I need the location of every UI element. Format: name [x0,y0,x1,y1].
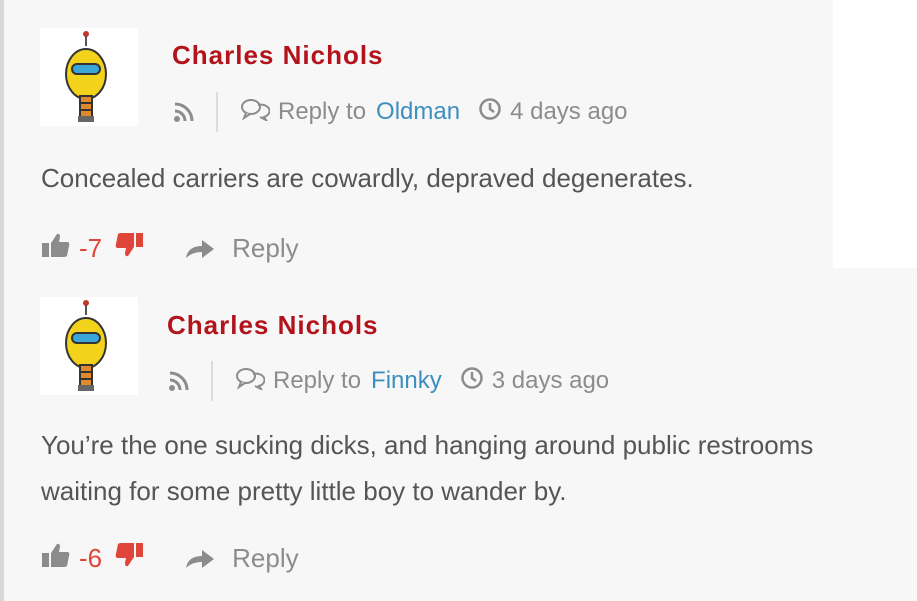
clock-icon [460,366,484,397]
share-arrow-icon [186,550,215,568]
vote-count: -6 [79,542,103,573]
clock-icon [478,97,502,128]
speech-bubbles-icon [235,366,266,397]
comment-author[interactable]: Charles Nichols [167,310,379,341]
meta-divider [211,361,213,401]
avatar[interactable] [40,297,138,395]
reply-button[interactable]: Reply [184,542,299,574]
robot-avatar-icon [65,31,107,122]
meta-divider [216,92,218,132]
comment: Charles Nichols Reply to Finnky 3 days a… [4,268,917,601]
avatar[interactable] [40,28,138,126]
comment-text: Concealed carriers are cowardly, deprave… [41,163,694,193]
comment-text-line: waiting for some pretty little boy to wa… [41,476,567,506]
comment-text: You’re the one sucking dicks, and hangin… [41,422,813,514]
comment: Charles Nichols Reply to Oldman 4 days a… [4,0,833,268]
reply-to-user-link[interactable]: Finnky [371,367,442,395]
thumbs-up-icon[interactable] [41,232,71,265]
vote-count: -7 [79,232,103,263]
thumbs-down-icon[interactable] [114,232,144,265]
comment-meta: Reply to Finnky 3 days ago [167,361,609,401]
thumbs-up-icon[interactable] [41,542,71,575]
reply-button[interactable]: Reply [184,232,299,264]
robot-avatar-icon [65,300,107,391]
comment-actions: -7 Reply [41,230,299,266]
comment-text-line: You’re the one sucking dicks, and hangin… [41,430,814,460]
reply-button-label: Reply [232,232,299,263]
reply-to-user-link[interactable]: Oldman [376,98,460,126]
comment-author[interactable]: Charles Nichols [172,40,384,71]
comment-meta: Reply to Oldman 4 days ago [172,92,628,132]
comment-timestamp[interactable]: 3 days ago [492,367,609,395]
comment-actions: -6 Reply [41,540,299,576]
share-arrow-icon [186,240,215,258]
comment-timestamp[interactable]: 4 days ago [510,98,627,126]
reply-to-label: Reply to [273,367,362,394]
speech-bubbles-icon [240,97,271,128]
rss-icon[interactable] [167,369,191,393]
thumbs-down-icon[interactable] [114,542,144,575]
rss-icon[interactable] [172,100,196,124]
reply-button-label: Reply [232,542,299,573]
reply-to-label: Reply to [278,98,367,125]
